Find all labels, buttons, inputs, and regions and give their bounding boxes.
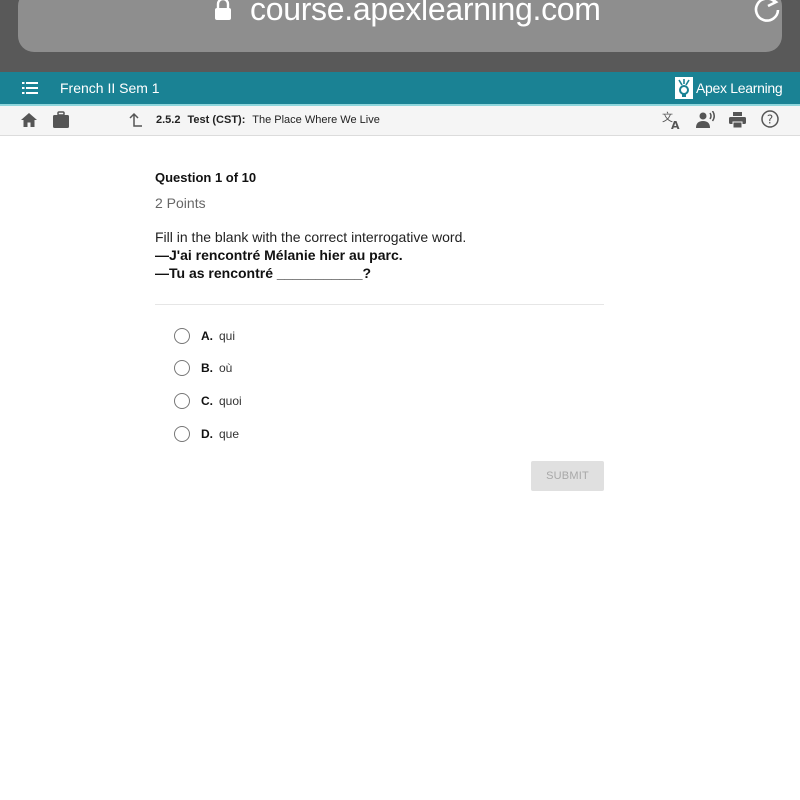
course-title[interactable]: French II Sem 1 [60, 80, 160, 96]
answer-option-a[interactable]: A. qui [174, 326, 235, 346]
breadcrumb-activity: Test (CST): [187, 114, 246, 126]
divider [155, 304, 604, 305]
option-letter: D. [201, 427, 213, 441]
svg-text:?: ? [767, 113, 773, 127]
answer-option-d[interactable]: D. que [174, 424, 239, 444]
svg-text:A: A [671, 119, 680, 130]
reload-icon[interactable] [751, 0, 783, 24]
breadcrumb: 2.5.2 Test (CST): The Place Where We Liv… [156, 114, 380, 126]
menu-list-icon[interactable] [22, 82, 38, 94]
radio-button[interactable] [174, 426, 190, 442]
address-bar[interactable]: course.apexlearning.com [18, 0, 782, 52]
option-text: où [219, 361, 233, 375]
answer-option-b[interactable]: B. où [174, 358, 232, 378]
lock-icon [215, 0, 231, 20]
option-text: que [219, 427, 240, 441]
translate-icon[interactable]: 文 A [662, 110, 682, 130]
briefcase-icon[interactable] [53, 111, 69, 128]
read-aloud-icon[interactable] [696, 111, 716, 129]
radio-button[interactable] [174, 360, 190, 376]
option-text: quoi [219, 394, 242, 408]
question-instruction: Fill in the blank with the correct inter… [155, 229, 467, 245]
answer-option-c[interactable]: C. quoi [174, 391, 242, 411]
brand-name: Apex Learning [696, 80, 783, 96]
print-icon[interactable] [729, 112, 746, 128]
question-number: Question 1 of 10 [155, 170, 257, 185]
radio-button[interactable] [174, 393, 190, 409]
apex-logo-icon [675, 77, 693, 99]
browser-chrome: course.apexlearning.com [0, 0, 800, 72]
toolbar: 2.5.2 Test (CST): The Place Where We Liv… [0, 106, 800, 136]
submit-button[interactable]: SUBMIT [531, 461, 604, 491]
question-points: 2 Points [155, 195, 206, 211]
up-arrow-icon[interactable] [128, 112, 142, 128]
option-letter: B. [201, 361, 213, 375]
url-text[interactable]: course.apexlearning.com [250, 0, 601, 28]
dialogue-line: —Tu as rencontré ___________? [155, 265, 372, 281]
option-letter: A. [201, 329, 213, 343]
option-letter: C. [201, 394, 213, 408]
option-text: qui [219, 329, 236, 343]
help-icon[interactable]: ? [761, 110, 779, 128]
radio-button[interactable] [174, 328, 190, 344]
app-header: French II Sem 1 Apex Learning [0, 72, 800, 104]
dialogue-line: —J'ai rencontré Mélanie hier au parc. [155, 247, 403, 263]
home-icon[interactable] [20, 112, 38, 128]
breadcrumb-section: 2.5.2 [156, 114, 181, 126]
question-prompt: Fill in the blank with the correct inter… [155, 228, 466, 282]
breadcrumb-title: The Place Where We Live [252, 114, 380, 126]
